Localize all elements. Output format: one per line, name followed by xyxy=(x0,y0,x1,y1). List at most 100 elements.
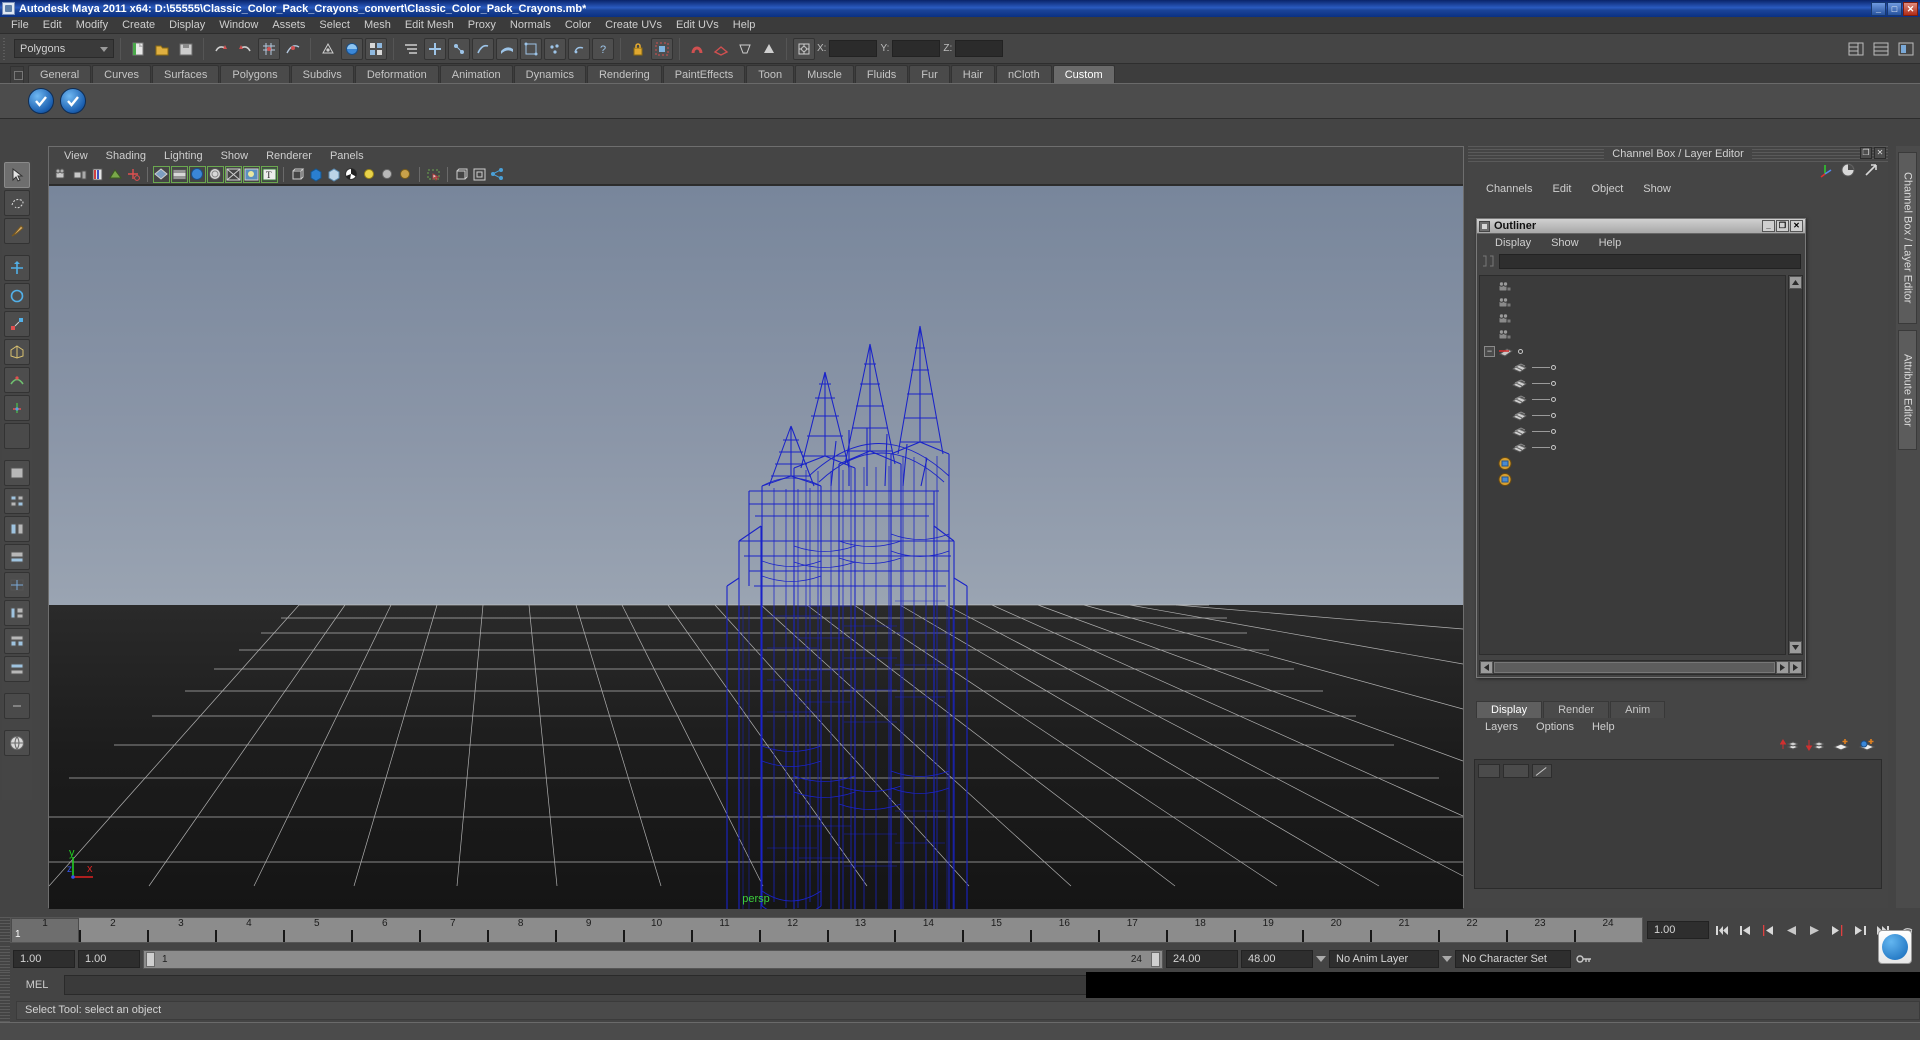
last-tool-used[interactable] xyxy=(4,423,30,449)
shelf-tab-ncloth[interactable]: nCloth xyxy=(995,65,1052,83)
menu-item-assets[interactable]: Assets xyxy=(265,18,312,32)
curve-select-icon[interactable] xyxy=(472,37,494,60)
layer-editor-tab-anim[interactable]: Anim xyxy=(1610,701,1666,718)
range-end-handle[interactable] xyxy=(1151,951,1160,967)
deformer-select-icon[interactable] xyxy=(520,37,542,60)
xray-joints-icon[interactable] xyxy=(343,166,360,183)
outliner-minimize-button[interactable]: _ xyxy=(1762,220,1775,232)
soft-modification-tool[interactable] xyxy=(4,367,30,393)
close-icon[interactable]: ✕ xyxy=(1874,147,1886,159)
outliner-item[interactable] xyxy=(1480,407,1785,423)
open-scene-icon[interactable] xyxy=(151,38,173,60)
outliner-menu-help[interactable]: Help xyxy=(1589,237,1632,249)
rough-preview-icon[interactable] xyxy=(325,166,342,183)
menu-item-edit[interactable]: Edit xyxy=(36,18,69,32)
make-live-icon[interactable] xyxy=(758,38,780,60)
lasso-tool[interactable] xyxy=(4,190,30,216)
hardware-lighting-icon[interactable] xyxy=(243,166,260,183)
channel-box-menu-show[interactable]: Show xyxy=(1633,183,1681,195)
layer-editor-menu-help[interactable]: Help xyxy=(1583,721,1624,733)
shelf-tab-dynamics[interactable]: Dynamics xyxy=(513,65,586,83)
paint-selection-tool[interactable] xyxy=(4,218,30,244)
use-default-lighting-icon[interactable] xyxy=(361,166,378,183)
layer-editor-menu-options[interactable]: Options xyxy=(1527,721,1583,733)
scroll-down-arrow-icon[interactable] xyxy=(1789,641,1802,654)
select-by-component-icon[interactable] xyxy=(448,37,470,60)
scroll-left-arrow-icon[interactable] xyxy=(1480,661,1493,674)
maximize-button[interactable]: □ xyxy=(1887,1,1902,16)
range-slider-grip[interactable] xyxy=(0,946,10,972)
playback-start-time-field[interactable]: 24.00 xyxy=(1166,950,1238,968)
single-view-layout-icon[interactable] xyxy=(4,460,30,486)
show-hide-tool-settings-icon[interactable] xyxy=(1895,38,1917,60)
scroll-right-end-arrow-icon[interactable] xyxy=(1789,661,1802,674)
shelf-tab-custom[interactable]: Custom xyxy=(1052,65,1115,83)
layer-visibility-toggle[interactable] xyxy=(1478,763,1500,778)
expand-collapse-icon[interactable]: − xyxy=(1484,345,1495,357)
channel-box-menu-object[interactable]: Object xyxy=(1581,183,1633,195)
wireframe-shading-icon[interactable] xyxy=(153,166,170,183)
view-plane-icon[interactable] xyxy=(734,38,756,60)
shelf-tab-deformation[interactable]: Deformation xyxy=(354,65,439,83)
shadows-icon[interactable] xyxy=(397,166,414,183)
dynamics-select-icon[interactable] xyxy=(544,37,566,60)
character-set-dropdown-arrow-icon[interactable] xyxy=(1442,956,1452,962)
viewport-menu-show[interactable]: Show xyxy=(212,150,258,162)
shelf-tab-general[interactable]: General xyxy=(28,65,92,83)
shelf-tab-fur[interactable]: Fur xyxy=(909,65,950,83)
outliner-horizontal-scrollbar[interactable] xyxy=(1479,660,1803,675)
shelf-tab-muscle[interactable]: Muscle xyxy=(795,65,854,83)
selection-mode-dropdown[interactable]: Polygons xyxy=(14,39,114,58)
xray-active-components-icon[interactable] xyxy=(471,166,488,183)
outliner-item[interactable] xyxy=(1480,279,1785,295)
menu-item-color[interactable]: Color xyxy=(558,18,598,32)
command-line-grip[interactable] xyxy=(0,972,10,998)
layer-list[interactable] xyxy=(1474,759,1882,889)
anim-start-time-field[interactable]: 1.00 xyxy=(13,950,75,968)
anim-layer-dropdown-arrow-icon[interactable] xyxy=(1316,956,1326,962)
select-by-object-icon[interactable] xyxy=(424,37,446,60)
bookmark-icon[interactable] xyxy=(89,166,106,183)
image-plane-icon[interactable] xyxy=(107,166,124,183)
menu-item-select[interactable]: Select xyxy=(312,18,357,32)
show-manipulator-tool[interactable] xyxy=(4,395,30,421)
step-back-frame-button[interactable] xyxy=(1758,921,1778,939)
twod-pan-zoom-icon[interactable] xyxy=(125,166,142,183)
rendering-select-icon[interactable] xyxy=(568,37,590,60)
shelf-tab-painteffects[interactable]: PaintEffects xyxy=(662,65,746,83)
shelf-tab-surfaces[interactable]: Surfaces xyxy=(151,65,220,83)
toolbar-grip[interactable] xyxy=(3,37,10,60)
outliner-vertical-scrollbar[interactable] xyxy=(1788,275,1803,655)
outliner-item[interactable] xyxy=(1480,423,1785,439)
isolate-select-icon[interactable] xyxy=(425,166,442,183)
persp-graph-hypergraph-layout-icon[interactable] xyxy=(4,628,30,654)
shelf-tab-rendering[interactable]: Rendering xyxy=(586,65,662,83)
menu-item-help[interactable]: Help xyxy=(726,18,763,32)
coord-x-input[interactable] xyxy=(829,40,878,57)
lock-selection-icon[interactable] xyxy=(627,38,649,60)
vtab-channel-box-layer-editor[interactable]: Channel Box / Layer Editor xyxy=(1898,152,1917,324)
axis-manipulator-icon[interactable] xyxy=(1817,162,1833,181)
snap-magnet-icon[interactable] xyxy=(686,38,708,60)
channel-box-menu-edit[interactable]: Edit xyxy=(1542,183,1581,195)
step-back-key-button[interactable] xyxy=(1735,921,1755,939)
highlight-selection-icon[interactable] xyxy=(651,37,673,60)
camera-attributes-icon[interactable] xyxy=(71,166,88,183)
range-start-handle[interactable] xyxy=(146,951,155,967)
save-scene-icon[interactable] xyxy=(175,38,197,60)
outliner-item[interactable] xyxy=(1480,391,1785,407)
shelf-tab-animation[interactable]: Animation xyxy=(439,65,513,83)
shelf-tab-subdivs[interactable]: Subdivs xyxy=(290,65,354,83)
construction-plane-icon[interactable] xyxy=(710,38,732,60)
coord-y-input[interactable] xyxy=(892,40,941,57)
menu-item-file[interactable]: File xyxy=(4,18,36,32)
shelf-tab-hair[interactable]: Hair xyxy=(950,65,995,83)
shelf-tab-fluids[interactable]: Fluids xyxy=(854,65,909,83)
outliner-item[interactable] xyxy=(1480,311,1785,327)
outliner-item[interactable] xyxy=(1480,295,1785,311)
current-time-field[interactable]: 1.00 xyxy=(1647,921,1709,939)
quick-layout-slot[interactable] xyxy=(4,693,30,719)
smooth-shade-selected-icon[interactable] xyxy=(189,166,206,183)
move-layer-down-icon[interactable] xyxy=(1805,737,1826,756)
scroll-right-arrow-icon[interactable] xyxy=(1776,661,1789,674)
